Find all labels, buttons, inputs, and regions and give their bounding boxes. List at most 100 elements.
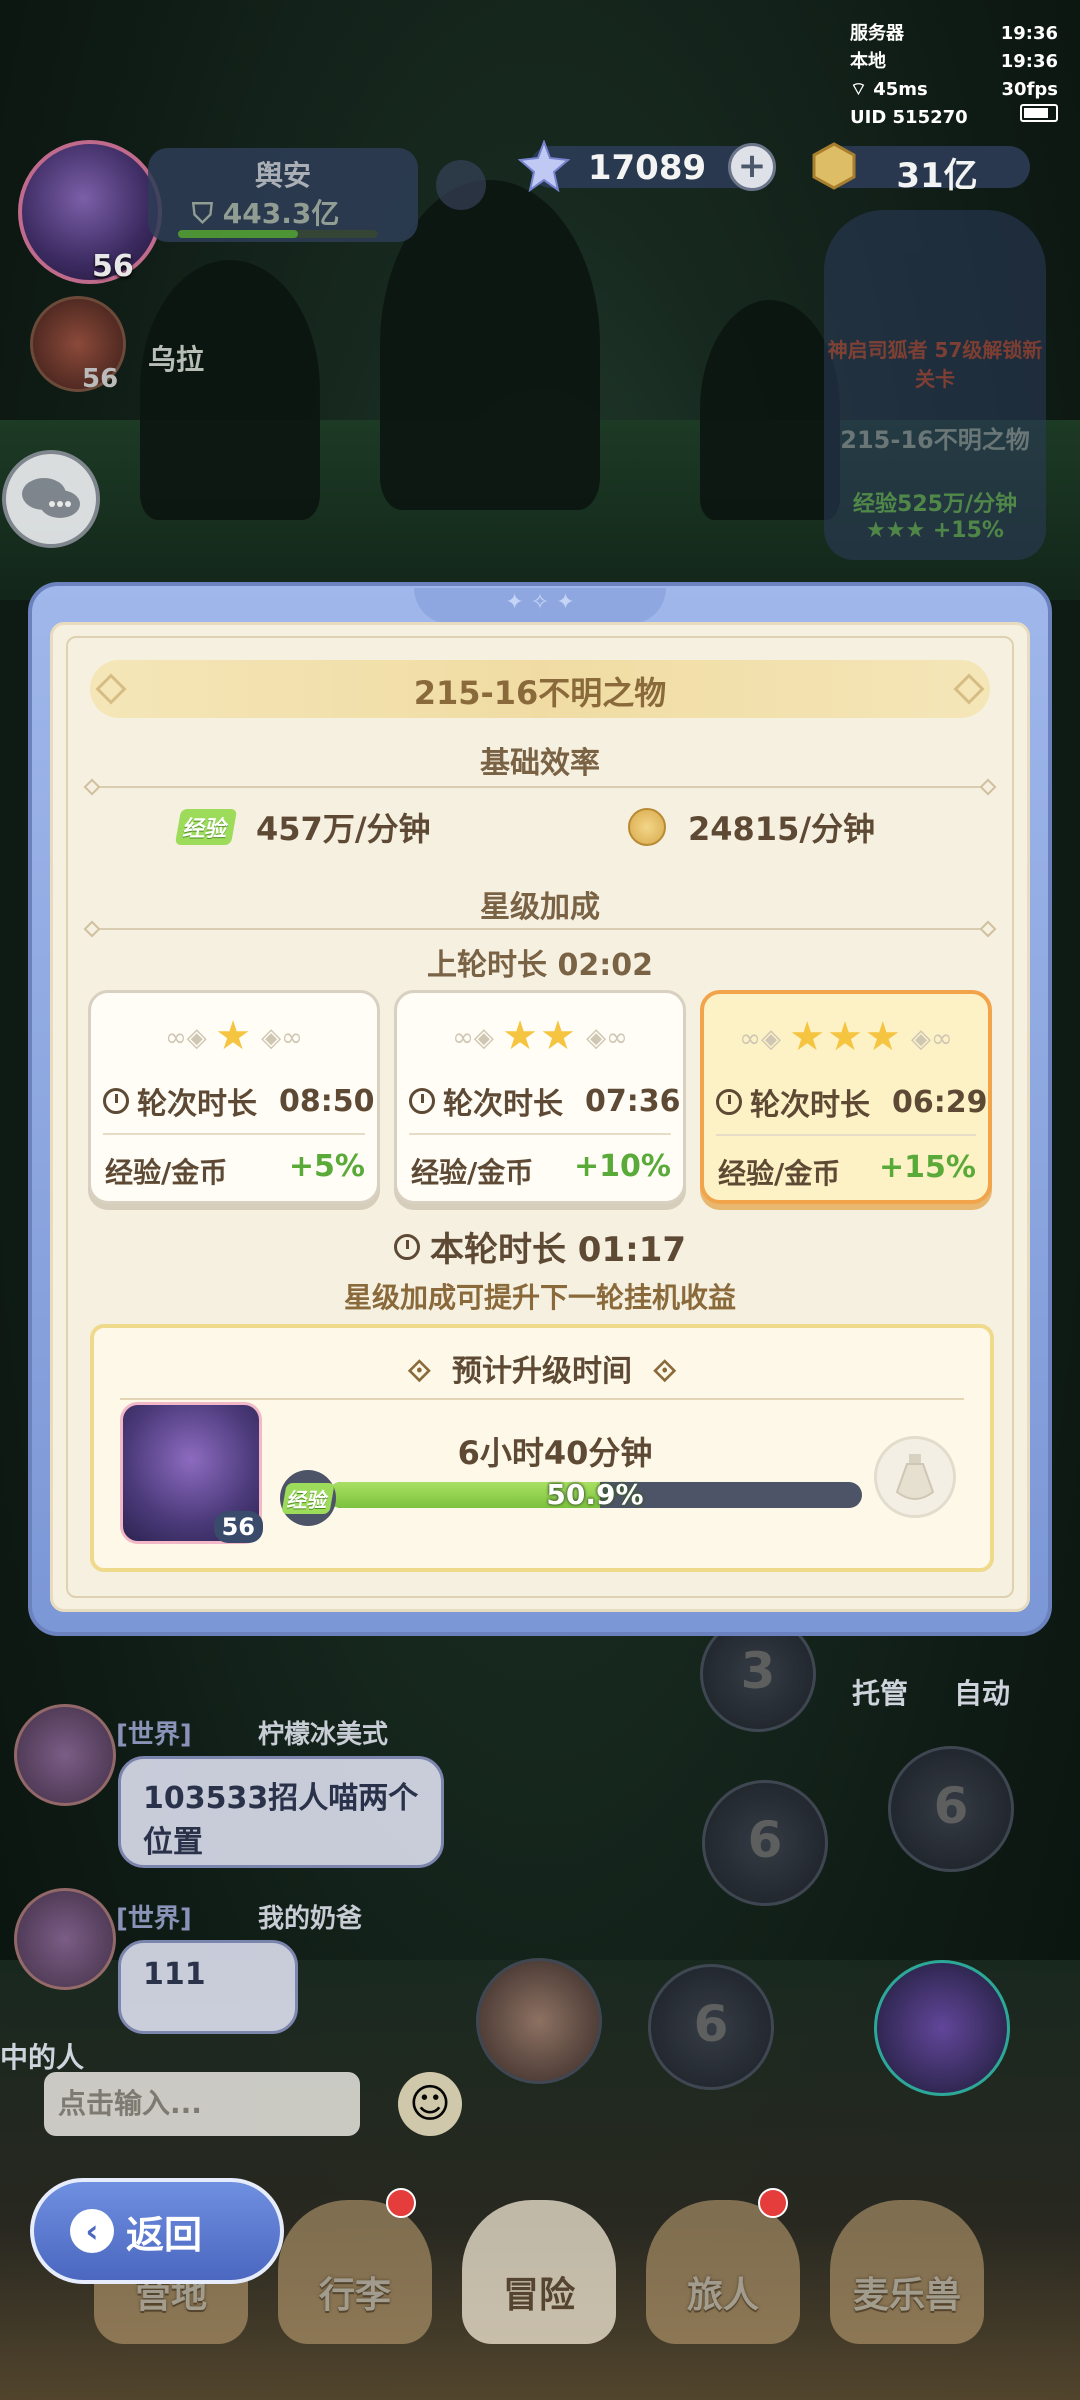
star-card-3[interactable]: ∞◈ ★★★ ◈∞ 轮次时长 06:29 经验/金币 +15% bbox=[700, 990, 992, 1204]
gold-coin-icon bbox=[628, 808, 666, 846]
emoji-icon[interactable]: ☺ bbox=[398, 2072, 462, 2136]
chat-avatar[interactable] bbox=[14, 1704, 116, 1806]
nav-item-4[interactable]: 旅人 bbox=[646, 2200, 800, 2344]
round-duration-value: 08:50 bbox=[279, 1083, 375, 1119]
player-avatar[interactable]: 56 bbox=[18, 140, 162, 284]
round-duration: 轮次时长 08:50 bbox=[103, 1079, 375, 1123]
chat-message[interactable]: 111 bbox=[118, 1940, 298, 2034]
auto-manage-label[interactable]: 托管 bbox=[852, 1672, 908, 1712]
stage-card[interactable]: 神启司狐者 57级解锁新关卡 215-16不明之物 经验525万/分钟 ★★★ … bbox=[824, 210, 1046, 560]
chat-sender: 我的奶爸 bbox=[258, 1904, 363, 1934]
star-rating: ∞◈ ★★ ◈∞ bbox=[452, 1013, 628, 1059]
round-duration-label: 轮次时长 bbox=[750, 1088, 870, 1123]
skill-count: 6 bbox=[693, 1995, 729, 2053]
divider bbox=[120, 1398, 964, 1400]
divider bbox=[716, 1134, 976, 1136]
clock-icon bbox=[409, 1088, 435, 1114]
player-power-value: 443.3亿 bbox=[222, 197, 340, 230]
back-button[interactable]: ‹ 返回 bbox=[30, 2178, 284, 2284]
modal-top-ornament: ✦ ✧ ✦ bbox=[414, 588, 666, 624]
status-panel: 服务器 19:36 本地 19:36 ⌔ 45ms 30fps UID 515270 bbox=[850, 20, 1058, 132]
local-label: 本地 bbox=[850, 51, 886, 72]
nav-label: 行李 bbox=[318, 2275, 391, 2316]
stage-bonus: ★★★ +15% bbox=[866, 518, 1004, 543]
ornament-icon: ∞◈ bbox=[452, 1023, 503, 1053]
ornament-icon: ∞◈ bbox=[165, 1023, 216, 1053]
stage-name: 215-16不明之物 bbox=[840, 426, 1030, 454]
tree bbox=[140, 260, 320, 520]
back-arrow-icon: ‹ bbox=[70, 2209, 114, 2253]
nav-label: 冒险 bbox=[502, 2275, 575, 2316]
gold-value: 31亿 bbox=[896, 156, 978, 196]
nav-label: 旅人 bbox=[686, 2275, 759, 2316]
round-duration: 轮次时长 06:29 bbox=[716, 1080, 988, 1124]
uid-text: UID 515270 bbox=[850, 107, 968, 128]
upgrade-header: ⟐ 预计升级时间 ⟐ bbox=[94, 1346, 990, 1390]
hero-level: 56 bbox=[213, 1511, 263, 1543]
skill-button[interactable]: 6 bbox=[888, 1746, 1014, 1872]
divider bbox=[92, 928, 988, 930]
chat-icon[interactable] bbox=[2, 450, 100, 548]
gem-counter: 17089 + bbox=[518, 140, 776, 192]
back-button-label: 返回 bbox=[126, 2212, 203, 2257]
chat-sender: 柠檬冰美式 bbox=[258, 1720, 389, 1750]
bonus-value: +10% bbox=[574, 1149, 671, 1184]
gem-value: 17089 bbox=[587, 148, 707, 188]
star-card-1[interactable]: ∞◈ ★ ◈∞ 轮次时长 08:50 经验/金币 +5% bbox=[88, 990, 380, 1204]
hero-portrait-button[interactable] bbox=[476, 1958, 602, 2084]
modal-title: 215-16不明之物 bbox=[413, 674, 667, 712]
notification-badge bbox=[758, 2188, 788, 2218]
diamond-icon: ⟐ bbox=[407, 1354, 432, 1389]
nav-item-2[interactable]: 行李 bbox=[278, 2200, 432, 2344]
clock-icon bbox=[716, 1089, 742, 1115]
star-rating: ∞◈ ★ ◈∞ bbox=[165, 1013, 303, 1059]
exp-progress-text: 50.9% bbox=[546, 1478, 644, 1511]
last-round-duration: 上轮时长 02:02 bbox=[427, 948, 653, 983]
clock-icon bbox=[103, 1088, 129, 1114]
add-gems-button[interactable]: + bbox=[728, 143, 776, 191]
chat-message[interactable]: 103533招人喵两个位置 bbox=[118, 1756, 444, 1868]
skill-button[interactable]: 6 bbox=[648, 1964, 774, 2090]
bonus-value: +15% bbox=[879, 1150, 976, 1185]
chat-avatar[interactable] bbox=[14, 1888, 116, 1990]
ornament-icon: ◈∞ bbox=[902, 1024, 953, 1054]
friend-level: 56 bbox=[82, 364, 119, 394]
ultimate-button[interactable] bbox=[874, 1960, 1010, 2096]
server-label: 服务器 bbox=[850, 23, 904, 44]
auto-label[interactable]: 自动 bbox=[954, 1672, 1010, 1712]
modal-title-banner: 215-16不明之物 bbox=[90, 660, 990, 718]
nav-label: 麦乐兽 bbox=[852, 2275, 961, 2316]
base-efficiency-heading: 基础效率 bbox=[480, 746, 600, 781]
chat-channel: [世界] bbox=[116, 1720, 192, 1750]
player-nameplate: 舆安 ⛉ 443.3亿 bbox=[148, 148, 418, 242]
ornament-icon: ◈∞ bbox=[577, 1023, 628, 1053]
sparkle-icon: ✦ ✧ ✦ bbox=[505, 590, 575, 615]
nav-item-3[interactable]: 冒险 bbox=[462, 2200, 616, 2344]
nav-item-5[interactable]: 麦乐兽 bbox=[830, 2200, 984, 2344]
diamond-icon: ⟐ bbox=[652, 1354, 677, 1389]
shield-icon: ⛉ bbox=[192, 197, 223, 230]
player-power: ⛉ 443.3亿 bbox=[192, 192, 339, 232]
potion-icon[interactable] bbox=[874, 1436, 956, 1518]
stage-unlock-text: 神启司狐者 57级解锁新关卡 bbox=[827, 338, 1043, 391]
star-rating: ∞◈ ★★★ ◈∞ bbox=[739, 1014, 953, 1060]
star-card-2[interactable]: ∞◈ ★★ ◈∞ 轮次时长 07:36 经验/金币 +10% bbox=[394, 990, 686, 1204]
tree bbox=[700, 300, 840, 520]
exp-tag: 经验 bbox=[281, 1482, 335, 1514]
reward-label: 经验/金币 bbox=[105, 1156, 228, 1189]
gold-rate-value: 24815/分钟 bbox=[688, 810, 876, 848]
local-time: 19:36 bbox=[1000, 51, 1058, 72]
exp-rate-value: 457万/分钟 bbox=[256, 810, 431, 848]
ornament-icon: ◈∞ bbox=[252, 1023, 303, 1053]
clock-icon bbox=[393, 1233, 420, 1260]
star-bonus-hint: 星级加成可提升下一轮挂机收益 bbox=[343, 1281, 736, 1314]
exp-rate-row: 经验 457万/分钟 bbox=[174, 804, 431, 850]
chat-input[interactable]: 点击输入... bbox=[44, 2072, 360, 2136]
server-time: 19:36 bbox=[1000, 23, 1058, 44]
divider bbox=[409, 1133, 671, 1135]
skill-button[interactable]: 6 bbox=[702, 1780, 828, 1906]
player-info[interactable]: 56 舆安 ⛉ 443.3亿 bbox=[18, 140, 418, 284]
settings-icon[interactable] bbox=[436, 160, 486, 210]
player-level: 56 bbox=[92, 249, 134, 284]
fps-value: 30fps bbox=[1001, 79, 1058, 100]
